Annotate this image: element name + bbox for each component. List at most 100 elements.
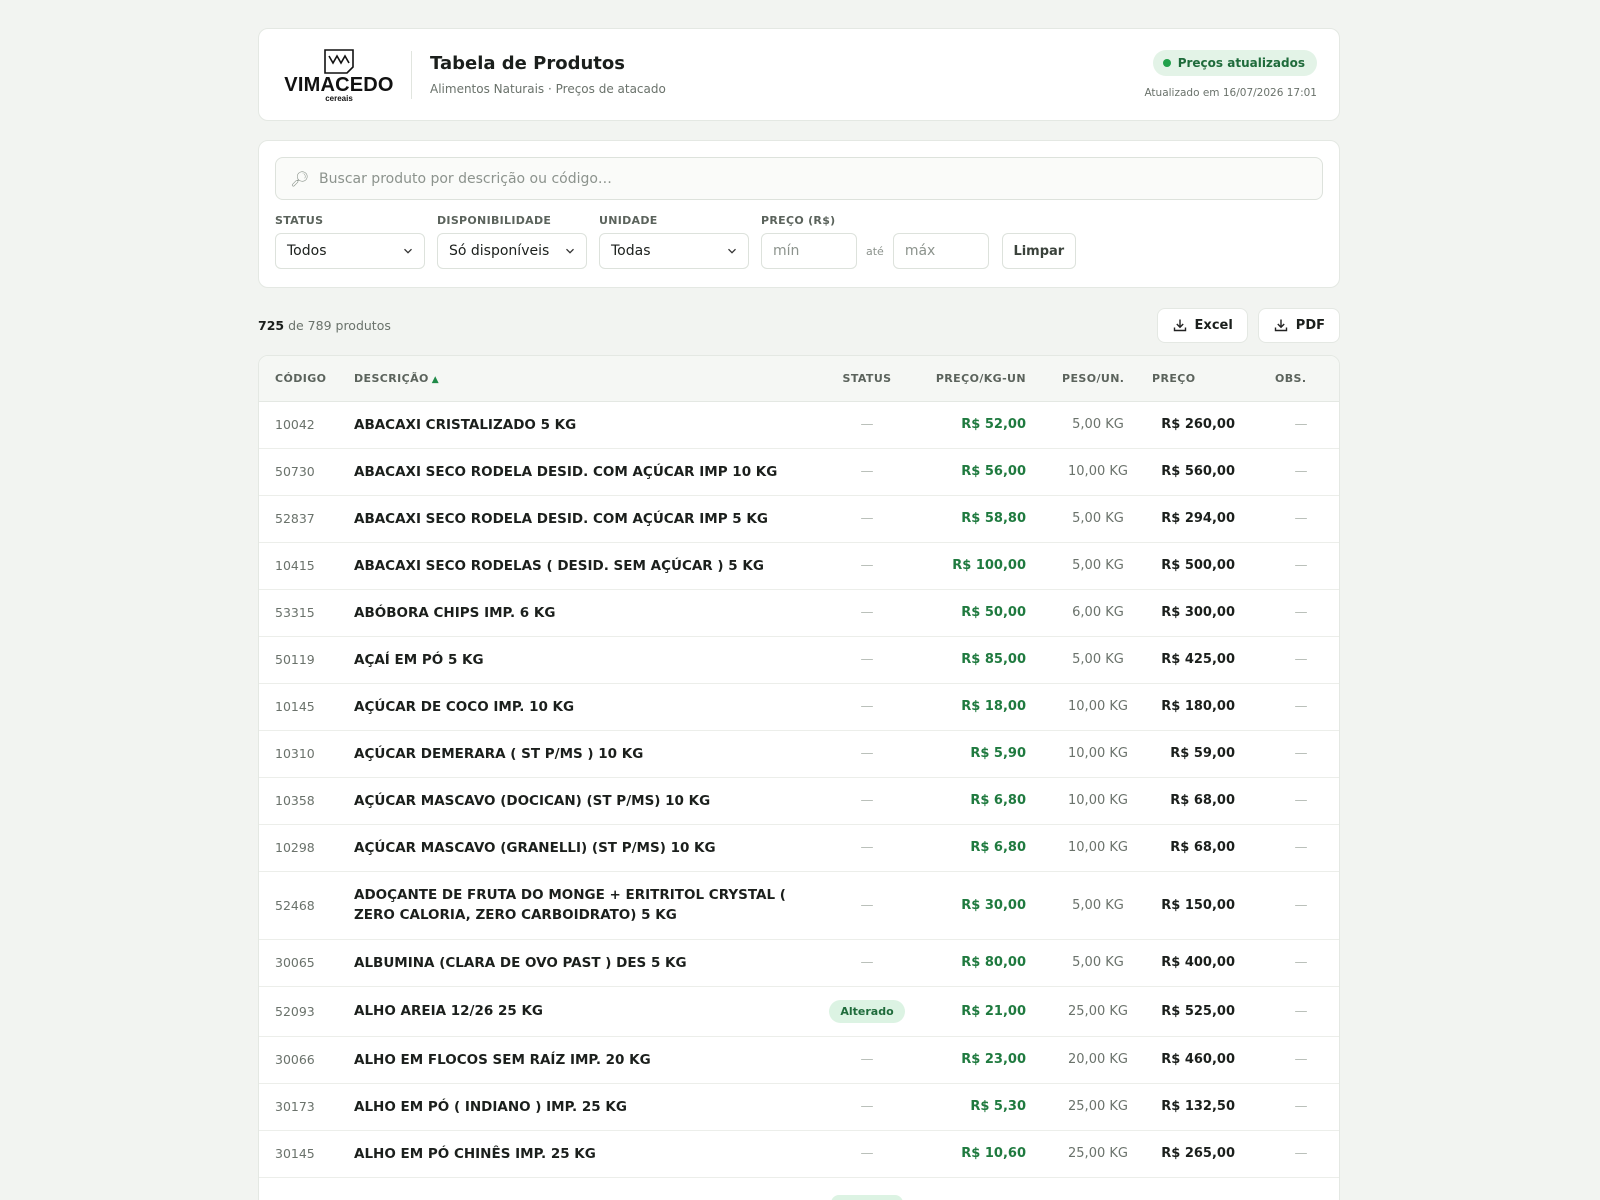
clear-filters-button[interactable]: Limpar	[1001, 233, 1076, 269]
table-row[interactable]: 10145 AÇÚCAR DE COCO IMP. 10 KG — R$ 18,00 1…	[259, 683, 1339, 730]
cell-price-per-kg: R$ 85,00	[961, 652, 1026, 667]
price-min-input[interactable]	[761, 233, 857, 269]
chevron-down-icon	[566, 248, 574, 254]
page: VIMACEDO cereais Tabela de Produtos Alim…	[258, 28, 1340, 1200]
cell-obs: —	[1269, 939, 1339, 986]
obs-empty: —	[1294, 1099, 1308, 1114]
cell-weight: 5,00 KG	[1072, 558, 1124, 573]
table-row[interactable]: 10358 AÇÚCAR MASCAVO (DOCICAN) (ST P/MS) …	[259, 777, 1339, 824]
status-badge: Alterado	[829, 999, 905, 1023]
status-empty: —	[860, 558, 874, 573]
obs-empty: —	[1294, 746, 1308, 761]
cell-price: R$ 500,00	[1161, 558, 1235, 573]
table-row[interactable]: 10042 ABACAXI CRISTALIZADO 5 KG — R$ 52,00 5…	[259, 401, 1339, 448]
cell-code: 30173	[275, 1099, 315, 1114]
download-icon	[1274, 319, 1287, 332]
cell-weight: 10,00 KG	[1068, 746, 1128, 761]
table-row[interactable]: 10310 AÇÚCAR DEMERARA ( ST P/MS ) 10 KG — R…	[259, 730, 1339, 777]
filter-status-label: STATUS	[275, 214, 324, 227]
cell-weight: 10,00 KG	[1068, 840, 1128, 855]
obs-empty: —	[1294, 417, 1308, 432]
col-header-weight[interactable]: PESO/UN.	[1052, 356, 1152, 402]
cell-status: Alterado	[822, 986, 912, 1036]
status-empty: —	[860, 746, 874, 761]
status-select[interactable]: Todos	[275, 233, 425, 269]
obs-empty: —	[1294, 652, 1308, 667]
cell-code: 50119	[275, 652, 315, 667]
header-divider	[411, 50, 412, 99]
cell-obs: —	[1269, 871, 1339, 939]
cell-description: AÇAÍ EM PÓ 5 KG	[354, 651, 484, 668]
cell-price: R$ 180,00	[1161, 699, 1235, 714]
cell-code: 52837	[275, 511, 315, 526]
unit-select[interactable]: Todas	[599, 233, 749, 269]
cell-status: —	[822, 542, 912, 589]
results-bar: 725 de 789 produtos Excel PDF	[258, 307, 1340, 343]
cell-description: ALHO EM PÓ ( INDIANO ) IMP. 25 KG	[354, 1098, 627, 1115]
cell-price: R$ 132,50	[1161, 1099, 1235, 1114]
obs-empty: —	[1294, 793, 1308, 808]
table-row[interactable]: 53315 ABÓBORA CHIPS IMP. 6 KG — R$ 50,00 6,0…	[259, 589, 1339, 636]
page-subtitle: Alimentos Naturais · Preços de atacado	[430, 82, 666, 96]
table-row[interactable]: 30145 ALHO EM PÓ CHINÊS IMP. 25 KG — R$ 10,…	[259, 1130, 1339, 1177]
table-row[interactable]: 52837 ABACAXI SECO RODELA DESID. COM AÇÚC…	[259, 495, 1339, 542]
table-row[interactable]: 30065 ALBUMINA (CLARA DE OVO PAST ) DES 5…	[259, 939, 1339, 986]
availability-select[interactable]: Só disponíveis	[437, 233, 587, 269]
cell-price: R$ 265,00	[1161, 1146, 1235, 1161]
cell-price-per-kg: R$ 80,00	[961, 955, 1026, 970]
partial-cell	[912, 1177, 1339, 1200]
search-input[interactable]	[319, 170, 1322, 187]
table-row-partial	[259, 1177, 1339, 1200]
logo-mark-icon	[324, 48, 354, 74]
cell-price: R$ 525,00	[1161, 1003, 1235, 1019]
cell-code: 10310	[275, 746, 315, 761]
col-header-price-per-kg[interactable]: PREÇO/KG-UN	[912, 356, 1052, 402]
search-box[interactable]: 🔎︎	[275, 157, 1323, 200]
cell-price: R$ 560,00	[1161, 464, 1235, 479]
status-dot-icon	[1162, 59, 1171, 67]
cell-obs: —	[1269, 495, 1339, 542]
filter-price: PREÇO (R$) até Limpar	[761, 214, 1076, 269]
title-block: Tabela de Produtos Alimentos Naturais · …	[430, 53, 1144, 96]
col-header-price[interactable]: PREÇO	[1152, 356, 1269, 402]
table-header-row: CÓDIGO DESCRIÇÃO ▲ STATUS PREÇO/KG-UN PES…	[259, 356, 1339, 402]
cell-price-per-kg: R$ 18,00	[961, 699, 1026, 714]
filter-status: STATUS Todos	[275, 214, 425, 269]
cell-price-per-kg: R$ 30,00	[961, 897, 1026, 913]
cell-weight: 5,00 KG	[1072, 511, 1124, 526]
col-header-description[interactable]: DESCRIÇÃO ▲	[354, 356, 822, 402]
table-row[interactable]: 10298 AÇÚCAR MASCAVO (GRANELLI) (ST P/MS)…	[259, 824, 1339, 871]
table-row[interactable]: 52093 ALHO AREIA 12/26 25 KG Alterado R$ 21…	[259, 986, 1339, 1036]
table-row[interactable]: 50119 AÇAÍ EM PÓ 5 KG — R$ 85,00 5,00 KG R$ 4…	[259, 636, 1339, 683]
cell-code: 30065	[275, 955, 315, 970]
brand-logo: VIMACEDO cereais	[283, 47, 395, 103]
cell-price: R$ 460,00	[1161, 1052, 1235, 1067]
cell-price: R$ 300,00	[1161, 605, 1235, 620]
export-excel-button[interactable]: Excel	[1156, 307, 1248, 343]
cell-obs: —	[1269, 777, 1339, 824]
export-pdf-button[interactable]: PDF	[1257, 307, 1340, 343]
cell-code: 10042	[275, 417, 315, 432]
status-empty: —	[860, 1099, 874, 1114]
table-row[interactable]: 52468 ADOÇANTE DE FRUTA DO MONGE + ERITRI…	[259, 871, 1339, 939]
cell-status: —	[822, 1083, 912, 1130]
table-row[interactable]: 30173 ALHO EM PÓ ( INDIANO ) IMP. 25 KG — R…	[259, 1083, 1339, 1130]
table-row[interactable]: 10415 ABACAXI SECO RODELAS ( DESID. SEM A…	[259, 542, 1339, 589]
cell-status: —	[822, 495, 912, 542]
partial-status-cell	[822, 1177, 912, 1200]
col-header-code[interactable]: CÓDIGO	[259, 356, 354, 402]
chevron-down-icon	[728, 248, 736, 254]
table-row[interactable]: 30066 ALHO EM FLOCOS SEM RAÍZ IMP. 20 KG —…	[259, 1036, 1339, 1083]
table-row[interactable]: 50730 ABACAXI SECO RODELA DESID. COM AÇÚC…	[259, 448, 1339, 495]
status-empty: —	[860, 511, 874, 526]
status-empty: —	[860, 417, 874, 432]
col-header-status[interactable]: STATUS	[822, 356, 912, 402]
status-select-value: Todos	[287, 243, 327, 259]
col-header-obs[interactable]: OBS.	[1269, 356, 1339, 402]
cell-obs: —	[1269, 824, 1339, 871]
price-max-input[interactable]	[892, 233, 989, 269]
status-block: Preços atualizados Atualizado em 16/07/2…	[1144, 50, 1317, 99]
cell-price-per-kg: R$ 10,60	[961, 1146, 1026, 1161]
cell-description: ABACAXI CRISTALIZADO 5 KG	[354, 416, 577, 433]
status-empty: —	[860, 464, 874, 479]
